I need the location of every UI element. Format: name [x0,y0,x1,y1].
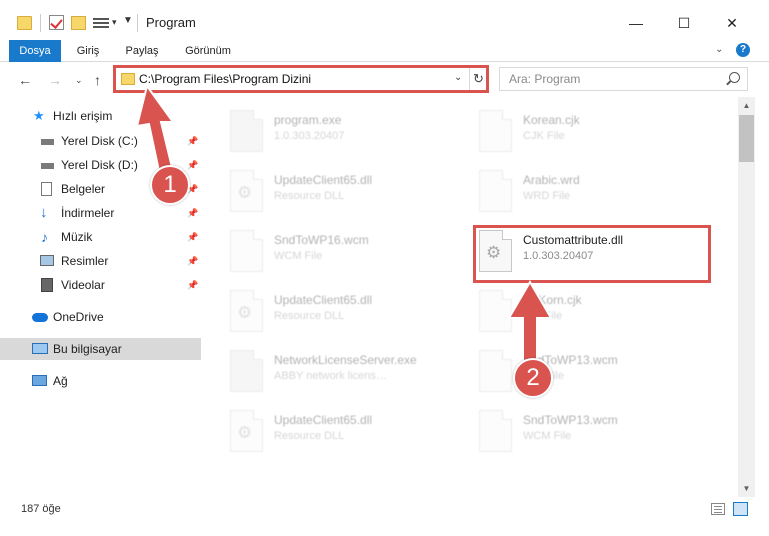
forward-button[interactable]: → [48,72,62,88]
pin-icon[interactable]: 📌 [187,250,198,272]
file-icon [230,230,263,272]
sidebar-item-network[interactable]: Ağ [0,370,201,392]
star-icon: ★ [33,108,45,123]
folder-icon [17,16,32,30]
back-button[interactable]: ← [18,72,32,88]
file-item[interactable]: SndToWP13.wcm WCM File [479,407,719,457]
tab-share[interactable]: Paylaş [113,40,171,62]
step-badge-1: 1 [150,165,190,205]
recent-locations-icon[interactable]: ⌄ [75,75,83,86]
tab-home[interactable]: Giriş [67,40,109,62]
step-badge-2: 2 [513,358,553,398]
minimize-button[interactable]: — [613,8,659,38]
navigation-bar: ← → ⌄ ↑ C:\Program Files\Program Dizini … [0,63,769,97]
tab-file[interactable]: Dosya [9,40,61,62]
status-bar: 187 öğe [0,497,769,522]
dll-file-icon [230,290,263,332]
scroll-thumb[interactable] [739,115,754,162]
drive-icon [41,139,54,145]
file-item[interactable]: Arabic.wrd WRD File [479,167,719,217]
ribbon-expand-icon[interactable]: ⌄ [715,44,723,55]
search-input[interactable]: Ara: Program [499,67,748,91]
file-list: program.exe 1.0.303.20407 Korean.cjk CJK… [205,101,738,491]
network-icon [32,375,47,386]
document-icon [41,182,52,196]
new-folder-icon[interactable] [71,16,86,30]
title-bar: ▾ ▼ Program — ☐ ✕ [0,0,769,40]
search-placeholder: Ara: Program [509,72,581,86]
pin-icon[interactable]: 📌 [187,226,198,248]
view-properties-icon[interactable] [93,16,109,30]
film-icon [41,278,53,292]
file-item[interactable]: NetworkLicenseServer.exe ABBY network li… [230,347,470,397]
pin-icon[interactable]: 📌 [187,274,198,296]
large-icons-view-icon[interactable] [733,502,748,516]
up-button[interactable]: ↑ [94,72,101,88]
divider [40,14,41,32]
item-count: 187 öğe [21,503,61,515]
computer-icon [32,343,48,354]
chevron-down-icon[interactable]: ▾ [112,17,117,28]
scroll-up-icon[interactable]: ▲ [738,97,755,114]
help-icon[interactable]: ? [736,43,750,57]
music-note-icon: ♪ [41,229,48,245]
file-highlight-box [473,225,711,283]
exe-file-icon [230,110,263,152]
customize-toolbar-icon[interactable]: ▼ [123,15,133,26]
search-icon [729,72,740,83]
scroll-down-icon[interactable]: ▼ [738,480,755,497]
close-button[interactable]: ✕ [709,8,755,38]
details-view-icon[interactable] [711,503,725,515]
file-item[interactable]: UpdateClient65.dll Resource DLL [230,407,470,457]
sidebar-item-onedrive[interactable]: OneDrive [0,306,201,328]
file-icon [479,410,512,452]
pin-icon[interactable]: 📌 [187,202,198,224]
dll-file-icon [230,170,263,212]
download-icon: ↓ [40,204,48,221]
sidebar-item-music[interactable]: ♪ Müzik 📌 [0,226,201,248]
maximize-button[interactable]: ☐ [661,8,707,38]
properties-check-icon[interactable] [49,15,64,30]
file-icon [479,110,512,152]
tab-view[interactable]: Görünüm [175,40,241,62]
ribbon-tabs: Dosya Giriş Paylaş Görünüm [0,40,769,62]
sidebar-item-this-pc[interactable]: Bu bilgisayar [0,338,201,360]
sidebar-item-downloads[interactable]: ↓ İndirmeler 📌 [0,202,201,224]
file-item[interactable]: Korean.cjk CJK File [479,107,719,157]
file-item[interactable]: program.exe 1.0.303.20407 [230,107,470,157]
vertical-scrollbar[interactable]: ▲ ▼ [738,97,755,497]
cloud-icon [32,313,48,322]
pictures-icon [40,255,54,266]
exe-file-icon [230,350,263,392]
drive-icon [41,163,54,169]
file-item[interactable]: SndToWP16.wcm WCM File [230,227,470,277]
file-item[interactable]: UpdateClient65.dll Resource DLL [230,287,470,337]
sidebar-item-pictures[interactable]: Resimler 📌 [0,250,201,272]
file-icon [479,170,512,212]
window-title: Program [146,15,196,30]
dll-file-icon [230,410,263,452]
sidebar-item-videos[interactable]: Videolar 📌 [0,274,201,296]
file-item[interactable]: UpdateClient65.dll Resource DLL [230,167,470,217]
divider [137,14,138,32]
